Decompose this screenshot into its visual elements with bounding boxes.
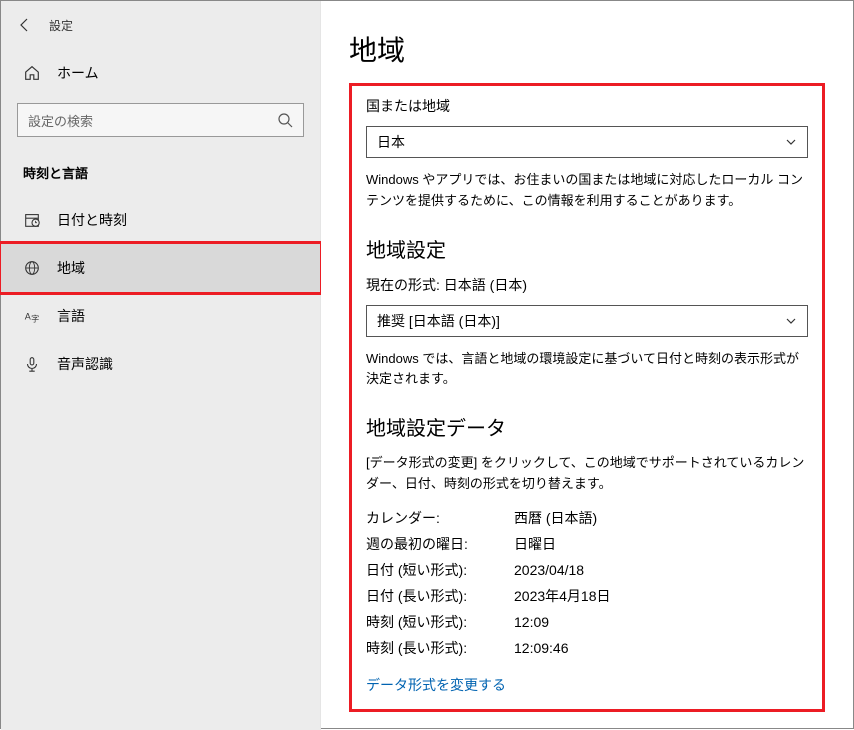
region-data-heading: 地域設定データ — [366, 412, 808, 441]
svg-text:A: A — [25, 312, 31, 322]
home-icon — [23, 64, 41, 82]
format-dropdown-value: 推奨 [日本語 (日本)] — [377, 311, 500, 331]
row-value: 12:09 — [514, 609, 549, 635]
change-format-link[interactable]: データ形式を変更する — [366, 675, 506, 695]
sidebar: 設定 ホーム 設定の検索 時刻と言語 日付と時刻 地域 A字 言語 音声認識 — [1, 1, 321, 730]
format-data-table: カレンダー:西暦 (日本語) 週の最初の曜日:日曜日 日付 (短い形式):202… — [366, 505, 808, 661]
table-row: 時刻 (短い形式):12:09 — [366, 609, 808, 635]
chevron-down-icon — [785, 136, 797, 148]
sidebar-item-label: 地域 — [57, 258, 85, 278]
row-key: 時刻 (長い形式): — [366, 635, 514, 661]
microphone-icon — [23, 355, 41, 373]
app-title: 設定 — [49, 17, 73, 34]
table-row: 時刻 (長い形式):12:09:46 — [366, 635, 808, 661]
row-value: 西暦 (日本語) — [514, 505, 597, 531]
row-key: 日付 (長い形式): — [366, 583, 514, 609]
row-value: 2023年4月18日 — [514, 583, 611, 609]
globe-icon — [23, 259, 41, 277]
row-value: 2023/04/18 — [514, 557, 584, 583]
sidebar-item-datetime[interactable]: 日付と時刻 — [1, 196, 320, 244]
region-settings-heading: 地域設定 — [366, 234, 808, 263]
sidebar-item-label: 言語 — [57, 306, 85, 326]
sidebar-item-region[interactable]: 地域 — [1, 244, 320, 292]
chevron-down-icon — [785, 315, 797, 327]
country-dropdown-value: 日本 — [377, 132, 405, 152]
current-format-label: 現在の形式: 日本語 (日本) — [366, 275, 808, 295]
sidebar-item-language[interactable]: A字 言語 — [1, 292, 320, 340]
table-row: カレンダー:西暦 (日本語) — [366, 505, 808, 531]
row-key: カレンダー: — [366, 505, 514, 531]
row-key: 週の最初の曜日: — [366, 531, 514, 557]
format-dropdown[interactable]: 推奨 [日本語 (日本)] — [366, 305, 808, 337]
sidebar-item-label: 日付と時刻 — [57, 210, 127, 230]
row-value: 日曜日 — [514, 531, 556, 557]
search-placeholder: 設定の検索 — [28, 111, 93, 130]
language-icon: A字 — [23, 307, 41, 325]
search-icon — [277, 112, 293, 128]
svg-text:字: 字 — [31, 313, 39, 323]
header-row: 設定 — [1, 1, 320, 49]
format-description: Windows では、言語と地域の環境設定に基づいて日付と時刻の表示形式が決定さ… — [366, 349, 808, 391]
arrow-left-icon — [17, 17, 33, 33]
home-label: ホーム — [57, 63, 99, 83]
country-dropdown[interactable]: 日本 — [366, 126, 808, 158]
back-button[interactable] — [1, 1, 49, 49]
table-row: 日付 (短い形式):2023/04/18 — [366, 557, 808, 583]
page-title: 地域 — [349, 29, 825, 69]
table-row: 週の最初の曜日:日曜日 — [366, 531, 808, 557]
country-heading: 国または地域 — [366, 96, 808, 116]
calendar-clock-icon — [23, 211, 41, 229]
row-value: 12:09:46 — [514, 635, 569, 661]
table-row: 日付 (長い形式):2023年4月18日 — [366, 583, 808, 609]
sidebar-item-label: 音声認識 — [57, 354, 113, 374]
row-key: 日付 (短い形式): — [366, 557, 514, 583]
home-nav[interactable]: ホーム — [1, 49, 320, 97]
highlighted-region: 国または地域 日本 Windows やアプリでは、お住まいの国または地域に対応し… — [349, 83, 825, 712]
main-content: 地域 国または地域 日本 Windows やアプリでは、お住まいの国または地域に… — [321, 1, 853, 728]
section-label: 時刻と言語 — [1, 153, 320, 196]
region-data-description: [データ形式の変更] をクリックして、この地域でサポートされているカレンダー、日… — [366, 453, 808, 495]
row-key: 時刻 (短い形式): — [366, 609, 514, 635]
search-input[interactable]: 設定の検索 — [17, 103, 304, 137]
country-description: Windows やアプリでは、お住まいの国または地域に対応したローカル コンテン… — [366, 170, 808, 212]
sidebar-item-speech[interactable]: 音声認識 — [1, 340, 320, 388]
